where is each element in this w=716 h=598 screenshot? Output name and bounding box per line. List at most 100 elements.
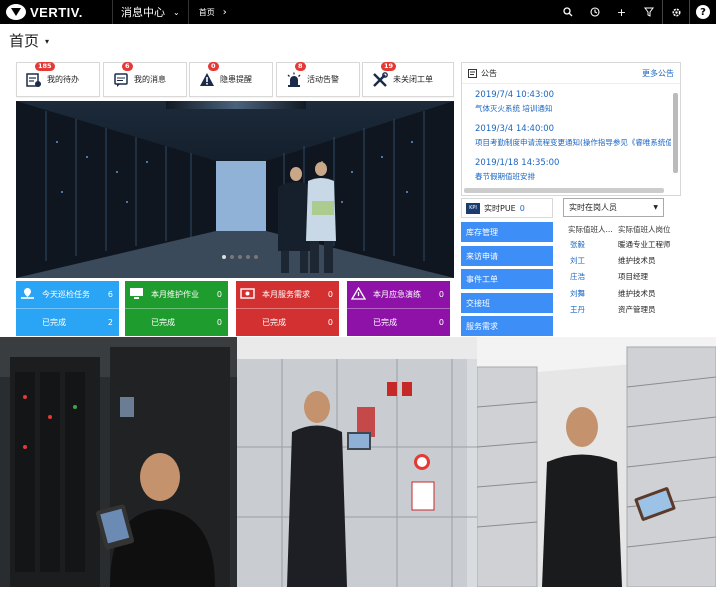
quick-link-label: 未关闭工单 <box>393 75 433 84</box>
messages-badge: 6 <box>122 61 133 71</box>
menu-inventory[interactable]: 库存管理 <box>461 222 553 242</box>
notice-date: 2019/7/4 10:43:00 <box>475 90 555 100</box>
caret-down-icon: ▼ <box>653 204 658 211</box>
notice-subject: 项目考勤制度申请流程变更通知(操作指导参见《睿唯系统值班 <box>475 138 671 147</box>
menu-service-request[interactable]: 服务需求 <box>461 316 553 336</box>
stat-count: 0 <box>327 290 333 299</box>
alarm-icon: 8 <box>285 61 306 89</box>
top-bar: VERTIV. 消息中心 ⌄ 首页 › + ? <box>0 0 716 24</box>
stat-title: 本月服务需求 <box>262 290 310 299</box>
quick-link-messages[interactable]: 6 我的消息 <box>103 61 187 97</box>
vertical-scrollbar[interactable] <box>673 93 678 173</box>
drill-icon <box>351 287 366 300</box>
staff-row[interactable]: 刘工 维护技术员 <box>570 255 656 266</box>
notice-icon <box>468 68 477 78</box>
caret-down-icon: ▾ <box>45 37 50 46</box>
notice-title: 公告 <box>481 68 497 78</box>
quick-link-label: 活动告警 <box>307 75 339 84</box>
quick-link-alarms[interactable]: 8 活动告警 <box>276 61 360 97</box>
notice-item[interactable]: 2019/7/4 10:43:00 气体灭火系统 培训通知 <box>462 84 680 118</box>
breadcrumb-home[interactable]: 首页 <box>199 7 215 18</box>
staff-table-header: 实际值班人... 实际值班人岗位 <box>568 224 671 235</box>
warning-icon: 0 <box>198 61 219 89</box>
stat-count: 6 <box>107 290 113 299</box>
staff-select[interactable]: 实时在岗人员 ▼ <box>563 198 664 217</box>
menu-visit-request[interactable]: 来访申请 <box>461 246 553 266</box>
plus-icon[interactable]: + <box>608 0 635 24</box>
stat-count: 0 <box>438 290 444 299</box>
vertiv-logo[interactable]: VERTIV. <box>0 4 112 20</box>
stat-card-drill[interactable]: 本月应急演练 0 已完成 0 <box>347 281 450 336</box>
banner-carousel[interactable] <box>16 101 454 278</box>
gear-icon[interactable] <box>662 0 689 24</box>
menu-shift-handover[interactable]: 交接班 <box>461 293 553 313</box>
module-switcher[interactable]: 消息中心 ⌄ <box>112 0 189 24</box>
more-notices-link[interactable]: 更多公告 <box>642 68 674 79</box>
history-icon[interactable] <box>581 0 608 24</box>
stat-card-inspection[interactable]: 今天巡检任务 6 已完成 2 <box>16 281 119 336</box>
help-icon[interactable]: ? <box>689 0 716 24</box>
photo-engineer-switchgear <box>237 337 477 587</box>
service-icon <box>240 288 255 299</box>
notice-subject: 气体灭火系统 培训通知 <box>475 104 553 113</box>
carousel-dot[interactable] <box>238 255 242 259</box>
carousel-dot[interactable] <box>254 255 258 259</box>
staff-row[interactable]: 刘舞 维护技术员 <box>570 288 656 299</box>
kpi-icon: KPI <box>466 202 480 214</box>
page-title[interactable]: 首页 ▾ <box>9 30 49 51</box>
quick-link-label: 我的消息 <box>134 75 166 84</box>
stat-done-count: 0 <box>438 317 444 327</box>
notice-date: 2019/1/18 14:35:00 <box>475 158 560 168</box>
datacenter-banner-image <box>16 101 454 278</box>
open-tickets-badge: 19 <box>381 61 397 71</box>
notice-item[interactable]: 2019/3/4 14:40:00 项目考勤制度申请流程变更通知(操作指导参见《… <box>462 118 680 152</box>
notice-subject: 春节假期值班安排 <box>475 172 535 181</box>
staff-select-value: 实时在岗人员 <box>569 203 617 212</box>
carousel-dot[interactable] <box>230 255 234 259</box>
pue-value: 0 <box>519 203 525 213</box>
staff-post: 维护技术员 <box>618 289 656 298</box>
filter-icon[interactable] <box>635 0 662 24</box>
staff-name: 刘工 <box>570 256 585 265</box>
search-icon[interactable] <box>554 0 581 24</box>
staff-post: 维护技术员 <box>618 256 656 265</box>
staff-post: 项目经理 <box>618 272 648 281</box>
quick-link-hazard[interactable]: 0 隐患提醒 <box>189 61 273 97</box>
stat-done-label: 已完成 <box>42 317 66 327</box>
carousel-dot[interactable] <box>246 255 250 259</box>
staff-post: 暖通专业工程师 <box>618 240 671 249</box>
stat-card-maintenance[interactable]: 本月维护作业 0 已完成 0 <box>125 281 228 336</box>
stat-title: 今天巡检任务 <box>42 290 90 299</box>
menu-incident-ticket[interactable]: 事件工单 <box>461 269 553 289</box>
todo-badge: 185 <box>35 61 55 71</box>
horizontal-scrollbar[interactable] <box>464 188 664 193</box>
staff-name: 王丹 <box>570 305 585 314</box>
brand-name: VERTIV. <box>30 4 83 20</box>
module-name: 消息中心 <box>121 6 165 19</box>
notice-date: 2019/3/4 14:40:00 <box>475 124 555 134</box>
notice-item[interactable]: 2019/1/18 14:35:00 春节假期值班安排 <box>462 152 680 186</box>
stat-title: 本月应急演练 <box>373 290 421 299</box>
staff-row[interactable]: 张毅 暖通专业工程师 <box>570 239 671 250</box>
hazard-badge: 0 <box>208 61 219 71</box>
alarms-badge: 8 <box>295 61 306 71</box>
staff-post: 资产管理员 <box>618 305 656 314</box>
stat-done-label: 已完成 <box>151 317 175 327</box>
vertiv-logo-mark-icon <box>6 4 26 20</box>
map-pin-icon <box>21 288 34 299</box>
photo-engineer-battery <box>477 337 716 587</box>
staff-row[interactable]: 庄浩 项目经理 <box>570 271 648 282</box>
stat-card-service[interactable]: 本月服务需求 0 已完成 0 <box>236 281 339 336</box>
carousel-dot[interactable] <box>222 255 226 259</box>
stat-done-label: 已完成 <box>262 317 286 327</box>
quick-link-todo[interactable]: 185 我的待办 <box>16 61 100 97</box>
staff-row[interactable]: 王丹 资产管理员 <box>570 304 656 315</box>
chevron-down-icon: ⌄ <box>173 7 180 17</box>
stat-done-count: 2 <box>107 317 113 327</box>
stat-done-label: 已完成 <box>373 317 397 327</box>
stat-done-count: 0 <box>327 317 333 327</box>
message-icon: 6 <box>112 61 133 89</box>
pue-label: 实时PUE <box>484 203 516 213</box>
staff-name: 刘舞 <box>570 289 585 298</box>
quick-link-open-tickets[interactable]: 19 未关闭工单 <box>362 61 454 97</box>
